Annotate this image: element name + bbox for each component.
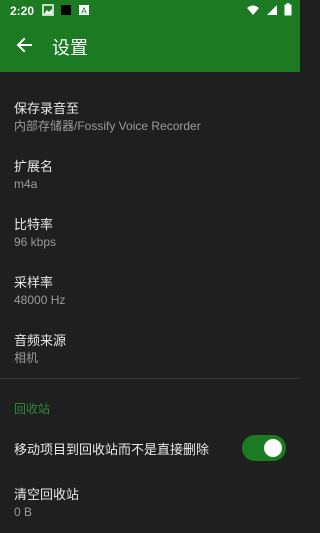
toggle-knob xyxy=(264,439,282,457)
setting-label: 比特率 xyxy=(14,217,54,232)
a-box-icon: A xyxy=(78,4,90,19)
back-button[interactable] xyxy=(12,35,36,59)
setting-value: m4a xyxy=(14,177,38,191)
settings-list: 保存录音至 内部存储器/Fossify Voice Recorder 扩展名 m… xyxy=(0,72,300,533)
move-to-recycle-bin-label: 移动项目到回收站而不是直接删除 xyxy=(14,441,210,457)
status-bar: 2:20 A xyxy=(0,0,300,22)
move-to-recycle-bin-toggle[interactable] xyxy=(242,435,286,461)
wifi-icon xyxy=(246,4,260,19)
status-time: 2:20 xyxy=(10,4,35,18)
battery-icon xyxy=(284,3,292,19)
setting-label: 音频来源 xyxy=(14,333,67,348)
status-icons-left: A xyxy=(42,3,90,19)
gallery-icon xyxy=(42,3,54,19)
black-square-icon xyxy=(60,4,72,19)
status-icons-right xyxy=(246,3,292,19)
app-bar: 设置 xyxy=(0,22,300,72)
setting-value: 0 B xyxy=(14,505,33,519)
section-divider xyxy=(0,378,300,379)
setting-label: 采样率 xyxy=(14,275,54,290)
setting-label: 保存录音至 xyxy=(14,101,80,116)
setting-value: 相机 xyxy=(14,351,39,365)
move-to-recycle-bin-row[interactable]: 移动项目到回收站而不是直接删除 xyxy=(14,432,286,464)
svg-text:A: A xyxy=(81,6,87,15)
page-title: 设置 xyxy=(52,38,88,58)
signal-icon xyxy=(266,4,278,19)
setting-audio-source[interactable]: 音频来源 相机 xyxy=(14,332,286,366)
recycle-bin-section-title: 回收站 xyxy=(14,402,51,416)
setting-value: 96 kbps xyxy=(14,235,57,249)
setting-sample-rate[interactable]: 采样率 48000 Hz xyxy=(14,274,286,308)
setting-value: 48000 Hz xyxy=(14,293,66,307)
setting-bitrate[interactable]: 比特率 96 kbps xyxy=(14,216,286,250)
setting-save-location[interactable]: 保存录音至 内部存储器/Fossify Voice Recorder xyxy=(14,100,286,134)
arrow-left-icon xyxy=(15,36,33,59)
setting-empty-recycle-bin[interactable]: 清空回收站 0 B xyxy=(14,486,286,520)
setting-value: 内部存储器/Fossify Voice Recorder xyxy=(14,119,201,133)
setting-extension[interactable]: 扩展名 m4a xyxy=(14,158,286,192)
setting-label: 清空回收站 xyxy=(14,487,80,502)
setting-label: 扩展名 xyxy=(14,159,54,174)
